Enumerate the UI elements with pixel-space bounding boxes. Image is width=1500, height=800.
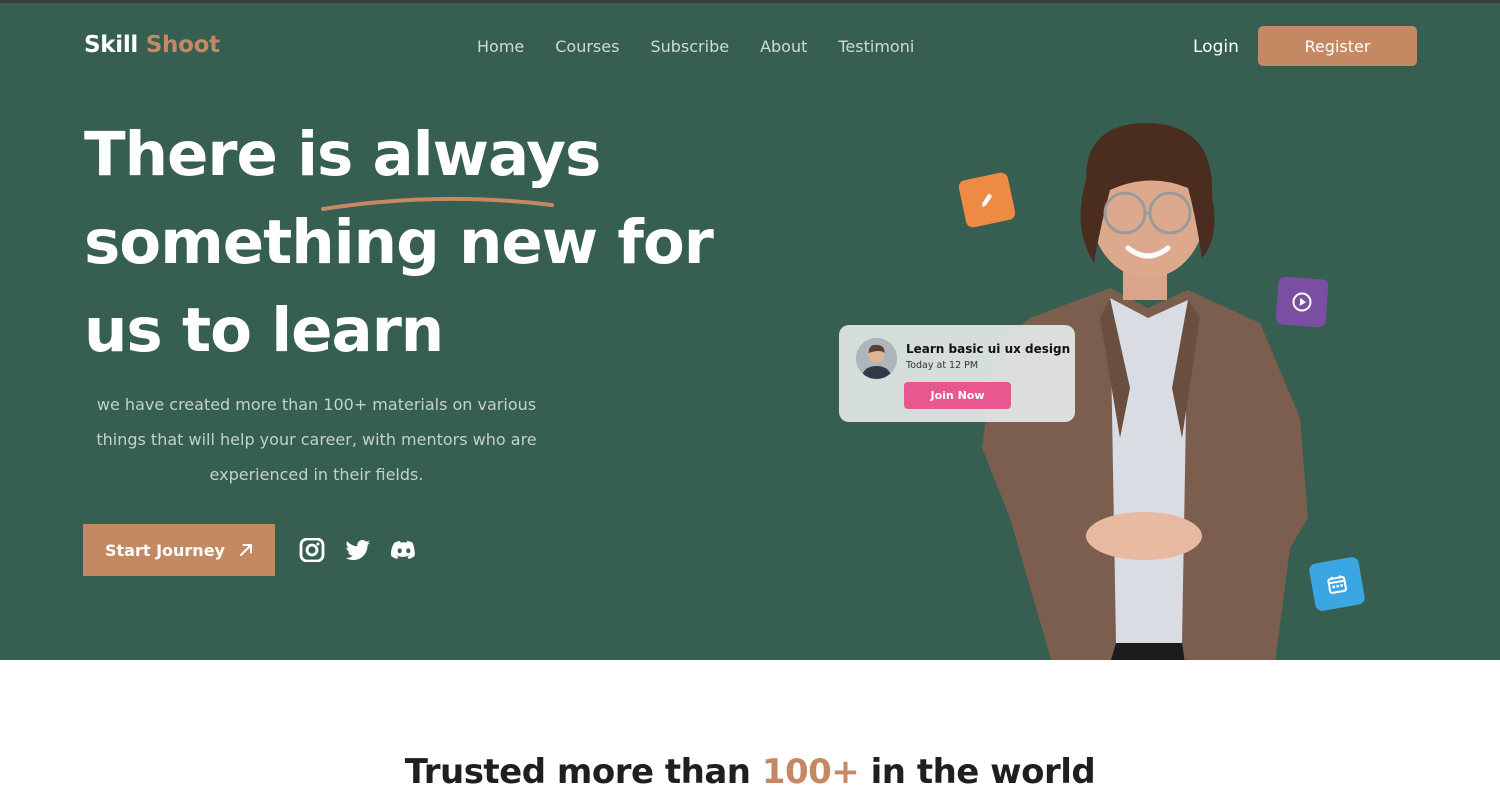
hero-headline: There is always something new for us to …: [84, 111, 744, 375]
twitter-icon[interactable]: [345, 538, 371, 562]
brand-name-part1: Skill: [84, 32, 139, 58]
social-links: [299, 537, 417, 563]
arrow-up-right-icon: [239, 544, 252, 556]
start-journey-button[interactable]: Start Journey: [83, 524, 275, 576]
trusted-prefix: Trusted more than: [404, 752, 762, 792]
trusted-heading: Trusted more than 100+ in the world: [0, 752, 1500, 792]
join-now-button[interactable]: Join Now: [904, 382, 1011, 409]
trusted-suffix: in the world: [859, 752, 1096, 792]
hero-section: Skill Shoot Home Courses Subscribe About…: [0, 3, 1500, 660]
start-journey-label: Start Journey: [105, 540, 225, 560]
headline-line-3: us to learn: [84, 295, 444, 366]
discord-icon[interactable]: [391, 538, 417, 562]
headline-line-2: something new for: [84, 207, 714, 278]
brand-name-part2: Shoot: [145, 32, 220, 58]
nav-courses[interactable]: Courses: [555, 37, 619, 56]
nav-about[interactable]: About: [760, 37, 807, 56]
course-title: Learn basic ui ux design: [906, 342, 1071, 356]
login-link[interactable]: Login: [1193, 37, 1239, 57]
hero-description: we have created more than 100+ materials…: [96, 395, 537, 484]
course-time: Today at 12 PM: [906, 360, 979, 371]
headline-line-1: There is always: [84, 119, 601, 190]
nav-testimoni[interactable]: Testimoni: [838, 37, 914, 56]
headline-underline-decoration: [321, 196, 554, 211]
course-card: Learn basic ui ux design Today at 12 PM …: [839, 325, 1075, 422]
brand-logo[interactable]: Skill Shoot: [84, 32, 220, 58]
main-nav: Home Courses Subscribe About Testimoni: [477, 37, 914, 56]
mentor-avatar: [856, 338, 897, 379]
nav-home[interactable]: Home: [477, 37, 524, 56]
register-button[interactable]: Register: [1258, 26, 1417, 66]
instagram-icon[interactable]: [299, 537, 325, 563]
nav-subscribe[interactable]: Subscribe: [650, 37, 729, 56]
trusted-highlight: 100+: [761, 752, 860, 792]
